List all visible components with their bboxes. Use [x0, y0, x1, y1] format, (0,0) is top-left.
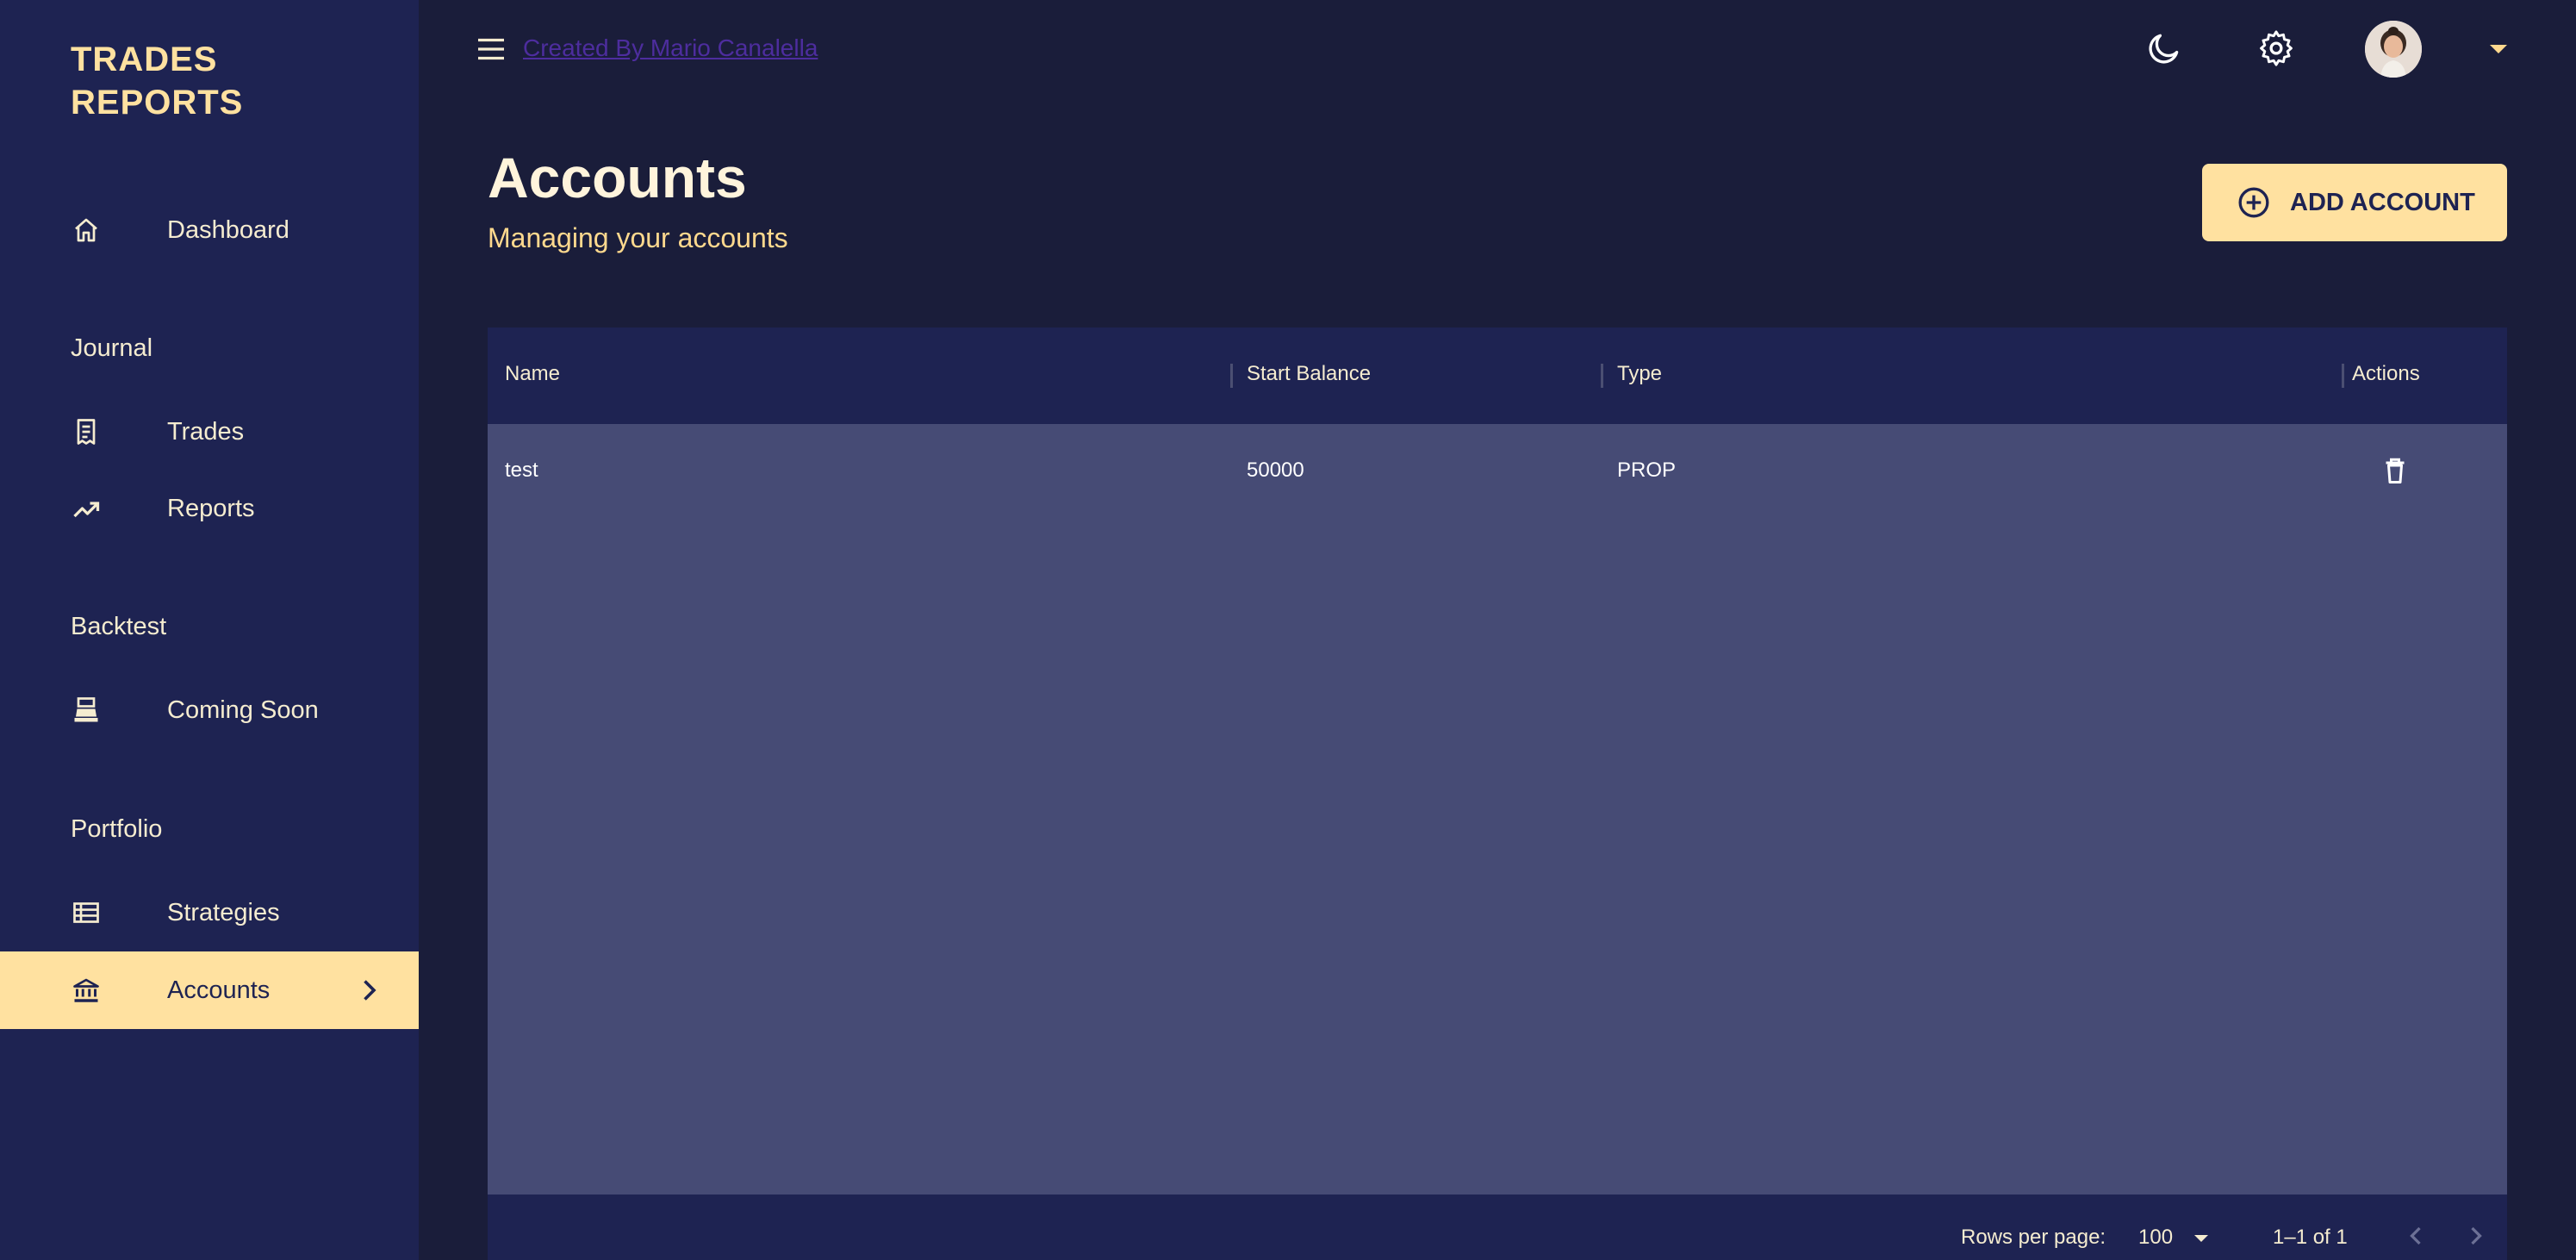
sidebar-item-accounts[interactable]: Accounts — [0, 951, 419, 1029]
accounts-table: Name Start Balance Type Actions test 500… — [488, 327, 2507, 1260]
column-header-start-balance[interactable]: Start Balance — [1247, 362, 1371, 386]
column-separator[interactable] — [2342, 364, 2344, 388]
account-menu-caret-icon[interactable] — [2488, 43, 2509, 55]
sidebar-section-backtest: Backtest — [71, 613, 167, 640]
rows-per-page-value: 100 — [2138, 1226, 2174, 1249]
cell-start-balance: 50000 — [1247, 458, 1304, 482]
brand-line-2: REPORTS — [71, 84, 244, 122]
moon-icon[interactable] — [2145, 29, 2183, 67]
column-separator[interactable] — [1601, 364, 1603, 388]
page-title: Accounts — [488, 146, 747, 209]
page-subtitle: Managing your accounts — [488, 222, 788, 253]
column-separator[interactable] — [1230, 364, 1233, 388]
cash-register-icon — [71, 695, 102, 726]
dropdown-arrow-icon — [2194, 1235, 2208, 1242]
gear-icon[interactable] — [2257, 29, 2295, 67]
sidebar-item-label: Dashboard — [167, 216, 289, 244]
sidebar-item-label: Strategies — [167, 899, 280, 926]
trash-icon[interactable] — [2380, 455, 2411, 486]
column-header-name[interactable]: Name — [505, 362, 560, 386]
menu-icon[interactable] — [476, 36, 507, 62]
cell-type: PROP — [1617, 458, 1677, 482]
list-table-icon — [71, 897, 102, 928]
table-row[interactable]: test 50000 PROP — [488, 424, 2507, 517]
home-icon — [71, 215, 102, 246]
brand-line-1: TRADES — [71, 41, 218, 78]
trending-up-icon — [71, 493, 102, 524]
sidebar-item-reports[interactable]: Reports — [0, 470, 419, 547]
plus-circle-icon — [2237, 185, 2271, 220]
sidebar-section-journal: Journal — [71, 334, 153, 362]
table-footer: Rows per page: 100 1–1 of 1 — [488, 1195, 2507, 1260]
sidebar: TRADES REPORTS Dashboard Journal Trades … — [0, 0, 419, 1260]
credit-link[interactable]: Created By Mario Canalella — [523, 34, 818, 62]
column-header-actions: Actions — [2352, 362, 2420, 385]
chevron-right-icon[interactable] — [2461, 1220, 2492, 1251]
receipt-icon — [71, 416, 102, 447]
brand-logo[interactable]: TRADES REPORTS — [71, 38, 243, 124]
chevron-right-icon — [353, 975, 384, 1006]
sidebar-item-trades[interactable]: Trades — [0, 393, 419, 471]
pagination-range: 1–1 of 1 — [2273, 1226, 2348, 1249]
rows-per-page-select[interactable]: 100 — [2138, 1220, 2214, 1251]
sidebar-item-dashboard[interactable]: Dashboard — [0, 191, 419, 269]
sidebar-item-label: Trades — [167, 418, 245, 446]
table-header: Name Start Balance Type Actions — [488, 327, 2507, 424]
sidebar-item-coming-soon[interactable]: Coming Soon — [0, 671, 419, 749]
column-header-type[interactable]: Type — [1617, 362, 1662, 386]
rows-per-page-label: Rows per page: — [1961, 1226, 2106, 1249]
user-avatar[interactable] — [2365, 21, 2422, 78]
chevron-left-icon[interactable] — [2400, 1220, 2431, 1251]
sidebar-item-strategies[interactable]: Strategies — [0, 874, 419, 951]
add-account-label: ADD ACCOUNT — [2290, 188, 2475, 216]
add-account-button[interactable]: ADD ACCOUNT — [2202, 164, 2507, 241]
sidebar-item-label: Reports — [167, 495, 255, 522]
cell-name: test — [505, 458, 538, 482]
sidebar-item-label: Accounts — [167, 976, 271, 1004]
bank-icon — [71, 975, 102, 1006]
sidebar-section-portfolio: Portfolio — [71, 815, 163, 843]
sidebar-item-label: Coming Soon — [167, 696, 319, 724]
